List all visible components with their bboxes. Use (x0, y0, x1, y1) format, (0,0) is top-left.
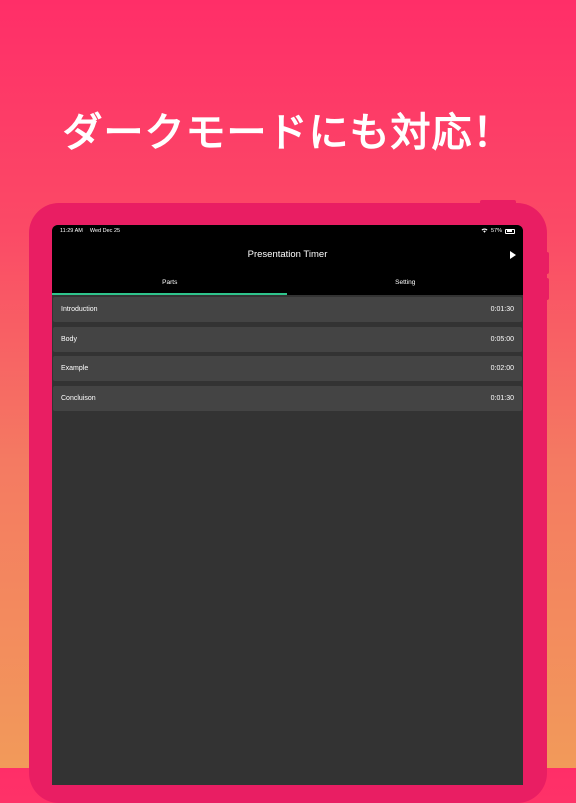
tab-parts[interactable]: Parts (52, 272, 288, 295)
wifi-icon (481, 228, 488, 235)
tab-setting[interactable]: Setting (288, 272, 524, 295)
battery-percent: 57% (490, 228, 502, 234)
navigation-bar: Presentation Timer (52, 237, 523, 272)
status-date: Wed Dec 25 (89, 228, 121, 234)
tab-bar: Parts Setting (52, 272, 523, 295)
list-item[interactable]: Example 0:02:00 (53, 356, 522, 381)
parts-list: Introduction 0:01:30 Body 0:05:00 Exampl… (52, 295, 523, 411)
status-left: 11:29 AM Wed Dec 25 (60, 228, 120, 234)
headline: ダークモードにも対応！ (62, 110, 514, 156)
play-icon[interactable] (510, 250, 516, 259)
battery-icon (505, 228, 515, 234)
part-name: Example (61, 365, 89, 372)
part-duration: 0:01:30 (490, 306, 514, 313)
part-duration: 0:02:00 (490, 365, 514, 372)
list-item[interactable]: Body 0:05:00 (53, 326, 522, 352)
part-name: Body (61, 335, 77, 343)
part-duration: 0:05:00 (490, 335, 514, 343)
status-time: 11:29 AM (60, 228, 83, 234)
app-screen: 11:29 AM Wed Dec 25 57% Presentation Tim… (52, 225, 523, 785)
list-item[interactable]: Concluison 0:01:30 (53, 385, 522, 411)
status-right: 57% (481, 228, 515, 235)
status-bar: 11:29 AM Wed Dec 25 57% (52, 225, 523, 237)
list-item[interactable]: Introduction 0:01:30 (53, 297, 522, 322)
nav-title: Presentation Timer (247, 249, 328, 260)
part-name: Introduction (61, 306, 98, 313)
part-name: Concluison (61, 394, 96, 402)
tab-indicator (52, 293, 287, 295)
part-duration: 0:01:30 (490, 394, 514, 402)
